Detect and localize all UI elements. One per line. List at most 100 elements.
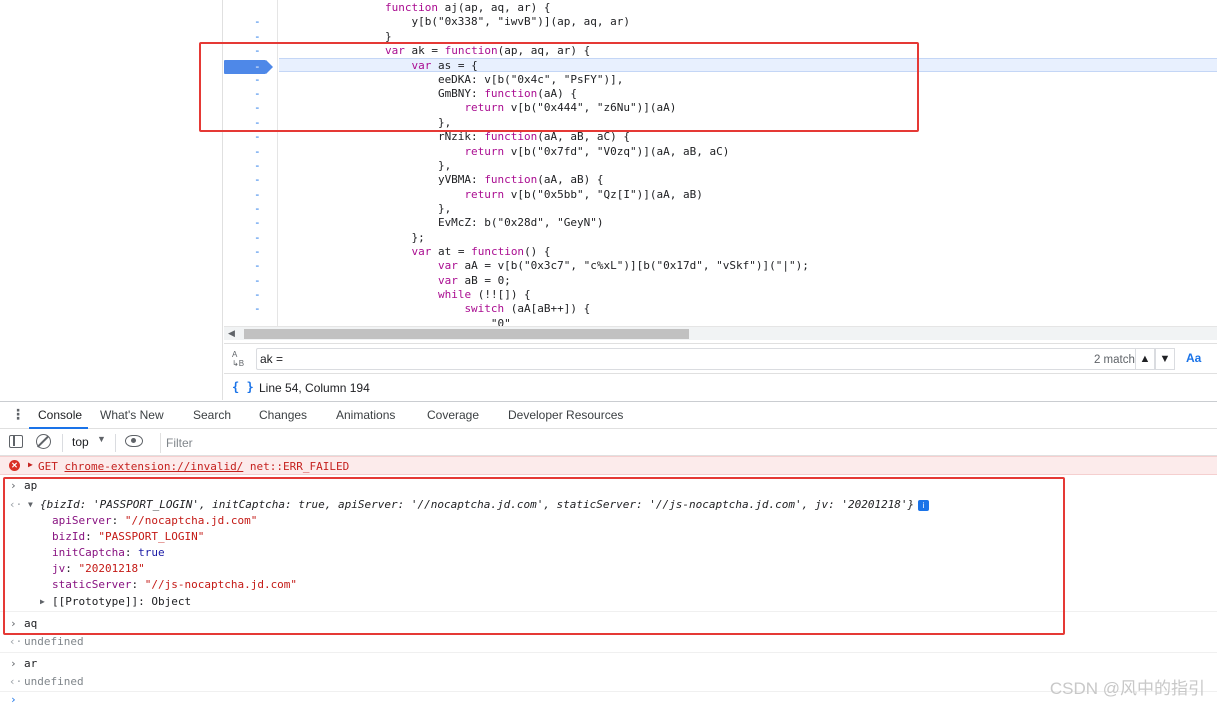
code-line[interactable]: eeDKA: v[b("0x4c", "PsFY")], [279,73,1217,87]
line-number-marker[interactable]: - [254,188,264,202]
code-line[interactable]: var aB = 0; [279,274,1217,288]
line-number-marker[interactable]: - [254,145,264,159]
caret-down-icon[interactable]: ▼ [97,434,106,444]
prototype-row[interactable]: [[Prototype]]: Object [52,595,191,608]
filter-input[interactable]: Filter [160,433,1217,453]
line-number-marker[interactable]: - [254,44,264,58]
cursor-position: Line 54, Column 194 [259,381,370,395]
match-case-button[interactable]: Aa [1186,351,1201,365]
aab-icon-bottom: ↳B [232,359,245,368]
code-line[interactable]: }, [279,116,1217,130]
clear-console-icon[interactable] [36,434,51,449]
code-editor[interactable]: -------------------- - function aj(ap, a… [224,0,1217,326]
scrollbar-thumb[interactable] [244,329,689,339]
info-icon[interactable]: i [918,499,930,511]
code-line[interactable]: }, [279,202,1217,216]
line-number-marker[interactable]: - [254,159,264,173]
line-number-marker[interactable]: - [254,274,264,288]
code-line[interactable]: switch (aA[aB++]) { [279,302,1217,316]
line-gutter[interactable]: -------------------- [224,0,278,326]
line-number-marker[interactable]: - [254,15,264,29]
code-line[interactable]: rNzik: function(aA, aB, aC) { [279,130,1217,144]
next-match-button[interactable]: ▼ [1155,348,1175,370]
error-message-row[interactable]: ✕ ▶ GET chrome-extension://invalid/ net:… [0,456,1217,475]
more-options-icon[interactable]: ⋮ [11,407,25,421]
code-line[interactable]: var ak = function(ap, aq, ar) { [279,44,1217,58]
scroll-left-icon[interactable]: ◀ [228,328,235,339]
code-line[interactable]: var as = { [279,58,1217,73]
code-line[interactable]: }, [279,159,1217,173]
result-arrow-icon: ‹· [9,635,23,648]
horizontal-scrollbar[interactable]: ◀ [224,326,1217,340]
property-key: initCaptcha [52,546,125,559]
code-line[interactable]: EvMcZ: b("0x28d", "GeyN") [279,216,1217,230]
line-number-marker[interactable]: - [254,116,264,130]
line-number-marker[interactable]: - [254,302,264,316]
code-line[interactable]: }; [279,231,1217,245]
code-line[interactable]: } [279,30,1217,44]
expand-arrow-icon[interactable]: ▶ [28,460,33,469]
object-property[interactable]: staticServer: "//js-nocaptcha.jd.com" [52,578,297,591]
code-line[interactable]: "0" [279,317,1217,326]
code-line-text: var aA = v[b("0x3c7", "c%xL")][b("0x17d"… [437,259,809,273]
line-number-marker[interactable]: - [254,288,264,302]
code-line[interactable]: var aA = v[b("0x3c7", "c%xL")][b("0x17d"… [279,259,1217,273]
search-input[interactable]: ak = 2 matches [256,348,1160,370]
toolbar-divider [62,434,63,452]
property-value: "20201218" [78,562,145,575]
tab-animations[interactable]: Animations [336,408,395,422]
code-line[interactable]: return v[b("0x7fd", "V0zq")](aA, aB, aC) [279,145,1217,159]
breakpoint-marker[interactable]: - [224,60,273,74]
code-line[interactable]: while (!![]) { [279,288,1217,302]
code-line-text: }; [279,230,425,244]
result-value: undefined [24,635,84,648]
replace-toggle-icon[interactable]: A ↳B [232,350,250,368]
object-property[interactable]: apiServer: "//nocaptcha.jd.com" [52,514,257,527]
line-number-marker[interactable]: - [254,30,264,44]
line-number-marker[interactable]: - [254,202,264,216]
breakpoint-label: - [254,60,261,73]
code-line[interactable]: yVBMA: function(aA, aB) { [279,173,1217,187]
result-arrow-icon: ‹· [9,675,23,688]
expand-arrow-icon[interactable]: ▶ [40,597,45,606]
tab-changes[interactable]: Changes [259,408,307,422]
object-summary[interactable]: {bizId: 'PASSPORT_LOGIN', initCaptcha: t… [40,498,930,511]
line-number-marker[interactable]: - [254,130,264,144]
error-url-link[interactable]: chrome-extension://invalid/ [65,460,244,473]
object-property[interactable]: jv: "20201218" [52,562,145,575]
error-method: GET [38,460,65,473]
code-line[interactable]: GmBNY: function(aA) { [279,87,1217,101]
code-line[interactable]: return v[b("0x444", "z6Nu")](aA) [279,101,1217,115]
live-expression-eye-icon[interactable] [125,435,143,447]
line-number-marker[interactable]: - [254,216,264,230]
property-value: "//nocaptcha.jd.com" [124,514,258,527]
object-property[interactable]: initCaptcha: true [52,546,165,559]
console-prompt[interactable]: › [0,693,1217,707]
code-lines[interactable]: function aj(ap, aq, ar) { y[b("0x338", "… [279,0,1217,326]
tab-whats-new[interactable]: What's New [100,408,164,422]
tab-developer-resources[interactable]: Developer Resources [508,408,623,422]
collapse-arrow-icon[interactable]: ▼ [28,500,33,509]
error-text: GET chrome-extension://invalid/ net::ERR… [38,460,349,473]
code-line[interactable]: y[b("0x338", "iwvB")](ap, aq, ar) [279,15,1217,29]
pretty-print-icon[interactable]: { } [232,380,254,394]
line-number-marker[interactable]: - [254,101,264,115]
line-number-marker[interactable]: - [254,87,264,101]
line-number-marker[interactable]: - [254,259,264,273]
sidebar-toggle-icon[interactable] [9,435,23,448]
code-line[interactable]: function aj(ap, aq, ar) { [279,1,1217,15]
code-line[interactable]: return v[b("0x5bb", "Qz[I")](aA, aB) [279,188,1217,202]
error-icon: ✕ [9,460,20,471]
tab-console[interactable]: Console [38,408,82,422]
prompt-chevron-icon: › [10,693,17,706]
line-number-marker[interactable]: - [254,245,264,259]
line-number-marker[interactable]: - [254,173,264,187]
previous-match-button[interactable]: ▲ [1135,348,1155,370]
line-number-marker[interactable]: - [254,73,264,87]
tab-search[interactable]: Search [193,408,231,422]
object-property[interactable]: bizId: "PASSPORT_LOGIN" [52,530,204,543]
line-number-marker[interactable]: - [254,231,264,245]
code-line[interactable]: var at = function() { [279,245,1217,259]
context-selector[interactable]: top [72,435,89,449]
tab-coverage[interactable]: Coverage [427,408,479,422]
